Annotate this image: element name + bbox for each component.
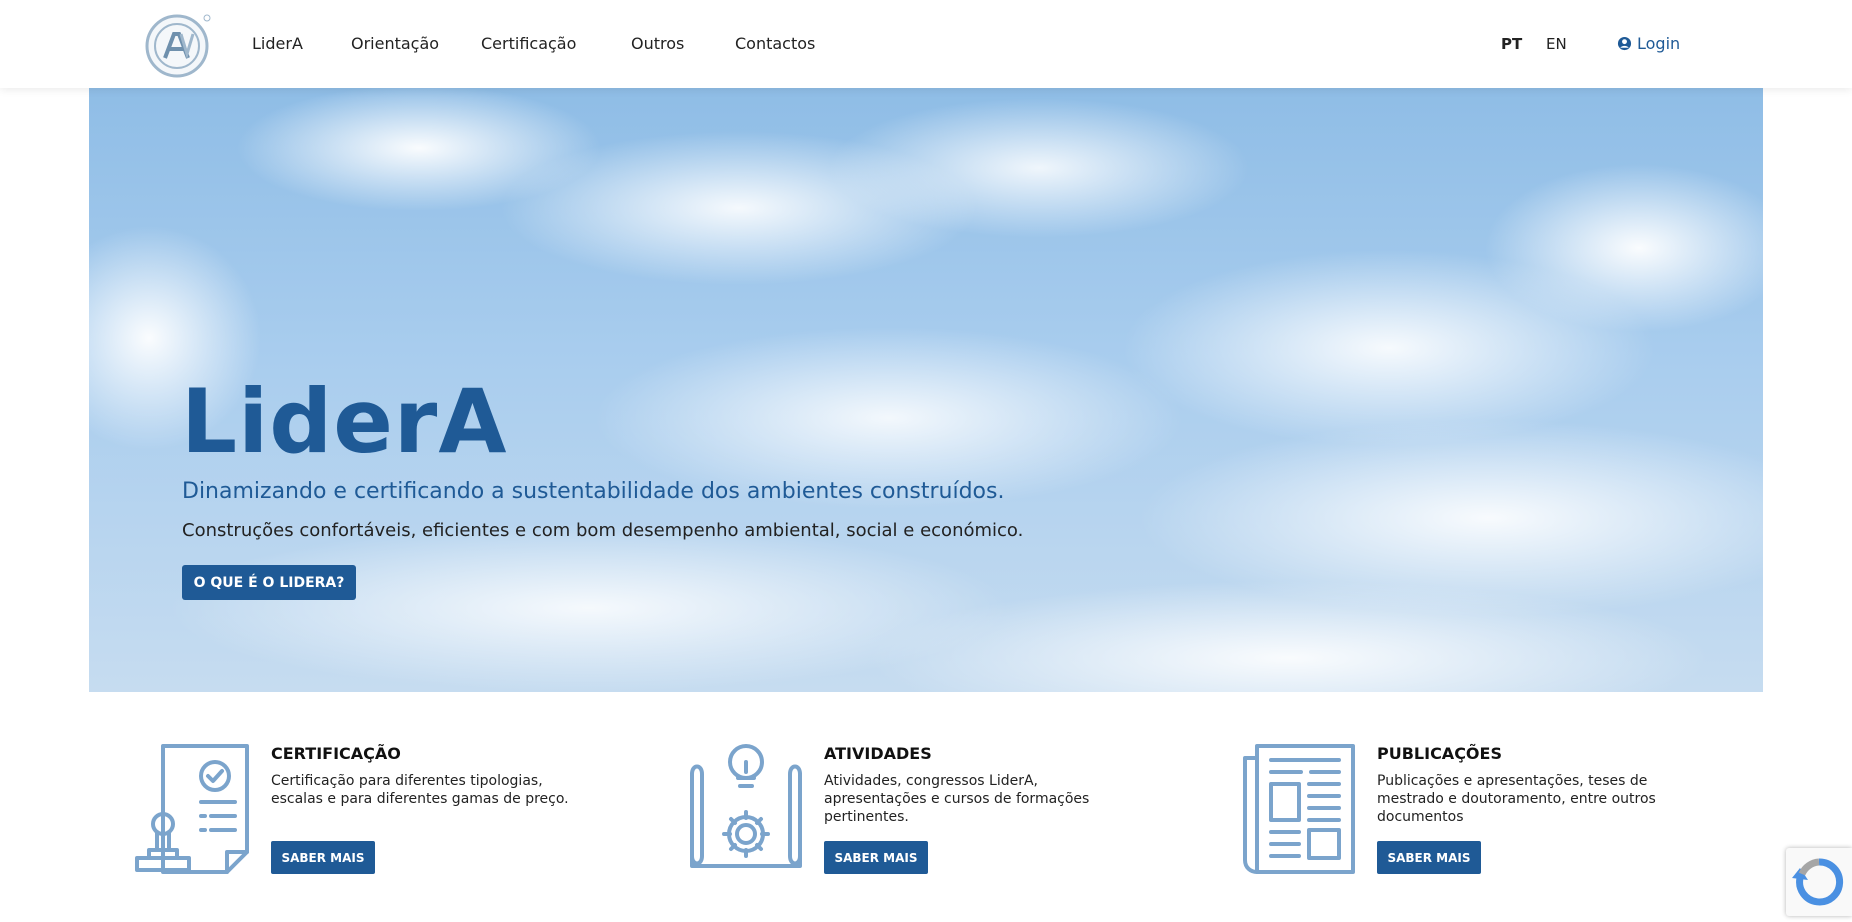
language-pt[interactable]: PT — [1501, 35, 1522, 53]
recaptcha-badge[interactable] — [1786, 848, 1852, 916]
feature-atividades: ATIVIDADES Atividades, congressos LiderA… — [688, 740, 1208, 890]
saber-mais-atividades-button[interactable]: SABER MAIS — [824, 841, 928, 874]
feature-description: Publicações e apresentações, teses de me… — [1377, 773, 1656, 825]
nav-item-outros[interactable]: Outros — [631, 34, 684, 53]
hero-title: LiderA — [181, 370, 508, 473]
feature-title: ATIVIDADES — [824, 744, 932, 763]
recaptcha-icon — [1792, 858, 1844, 906]
feature-publicacoes: PUBLICAÇÕES Publicações e apresentações,… — [1241, 740, 1761, 890]
hero-description: Construções confortáveis, eficientes e c… — [182, 520, 1024, 541]
nav-item-lidera[interactable]: LiderA — [252, 34, 303, 53]
nav-item-orientacao[interactable]: Orientação — [351, 34, 439, 53]
blueprint-icon — [690, 744, 802, 868]
certificate-icon — [135, 744, 249, 874]
nav-item-certificacao[interactable]: Certificação — [481, 34, 576, 53]
login-label: Login — [1637, 34, 1681, 53]
hero-banner: LiderA Dinamizando e certificando a sust… — [89, 88, 1763, 692]
lidera-logo[interactable] — [141, 10, 213, 80]
feature-title: PUBLICAÇÕES — [1377, 744, 1502, 763]
language-en[interactable]: EN — [1546, 35, 1567, 53]
saber-mais-certificacao-button[interactable]: SABER MAIS — [271, 841, 375, 874]
hero-subtitle: Dinamizando e certificando a sustentabil… — [182, 479, 1005, 504]
newspaper-icon — [1243, 744, 1355, 874]
feature-description: Certificação para diferentes tipologias,… — [271, 773, 569, 807]
user-circle-icon — [1617, 36, 1632, 51]
feature-description: Atividades, congressos LiderA, apresenta… — [824, 773, 1090, 825]
login-link[interactable]: Login — [1617, 34, 1680, 53]
feature-certificacao: CERTIFICAÇÃO Certificação para diferente… — [135, 740, 655, 890]
saber-mais-publicacoes-button[interactable]: SABER MAIS — [1377, 841, 1481, 874]
feature-title: CERTIFICAÇÃO — [271, 744, 401, 763]
nav-item-contactos[interactable]: Contactos — [735, 34, 815, 53]
what-is-lidera-button[interactable]: O QUE É O LIDERA? — [182, 565, 356, 600]
site-header: LiderA Orientação Certificação Outros Co… — [0, 0, 1852, 88]
